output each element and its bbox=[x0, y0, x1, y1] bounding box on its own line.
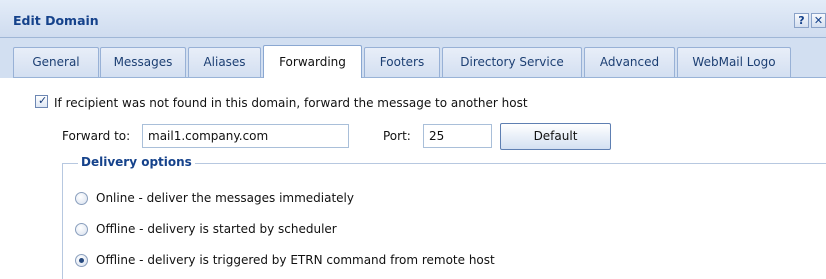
tab-aliases[interactable]: Aliases bbox=[188, 47, 261, 77]
tab-advanced[interactable]: Advanced bbox=[584, 47, 675, 77]
tab-webmail-logo[interactable]: WebMail Logo bbox=[677, 47, 791, 77]
tab-footers[interactable]: Footers bbox=[364, 47, 440, 77]
delivery-options-title: Delivery options bbox=[78, 155, 195, 169]
forward-enable-label: If recipient was not found in this domai… bbox=[54, 96, 528, 110]
tab-forwarding[interactable]: Forwarding bbox=[263, 45, 362, 78]
tab-directory-service[interactable]: Directory Service bbox=[442, 47, 582, 77]
window-title: Edit Domain bbox=[13, 13, 99, 28]
port-label: Port: bbox=[383, 129, 411, 143]
port-input[interactable]: 25 bbox=[423, 124, 492, 148]
forward-to-label: Forward to: bbox=[62, 129, 131, 143]
etrn-delivery-radio[interactable] bbox=[75, 254, 88, 267]
scheduler-delivery-radio[interactable] bbox=[75, 223, 88, 236]
checkmark-icon: ✓ bbox=[38, 94, 48, 107]
online-delivery-label: Online - deliver the messages immediatel… bbox=[96, 191, 354, 205]
online-delivery-radio[interactable] bbox=[75, 192, 88, 205]
default-button[interactable]: Default bbox=[500, 123, 611, 150]
scheduler-delivery-label: Offline - delivery is started by schedul… bbox=[96, 222, 337, 236]
close-icon[interactable]: ✕ bbox=[811, 13, 826, 28]
forward-to-input[interactable]: mail1.company.com bbox=[142, 124, 349, 148]
tab-messages[interactable]: Messages bbox=[100, 47, 186, 77]
edit-domain-window: Edit Domain ? ✕ General Messages Aliases… bbox=[0, 0, 826, 279]
help-icon[interactable]: ? bbox=[794, 13, 809, 28]
forward-enable-checkbox[interactable]: ✓ bbox=[35, 94, 48, 108]
window-titlebar: Edit Domain ? ✕ bbox=[0, 0, 826, 38]
etrn-delivery-label: Offline - delivery is triggered by ETRN … bbox=[96, 253, 495, 267]
tab-general[interactable]: General bbox=[13, 47, 99, 77]
